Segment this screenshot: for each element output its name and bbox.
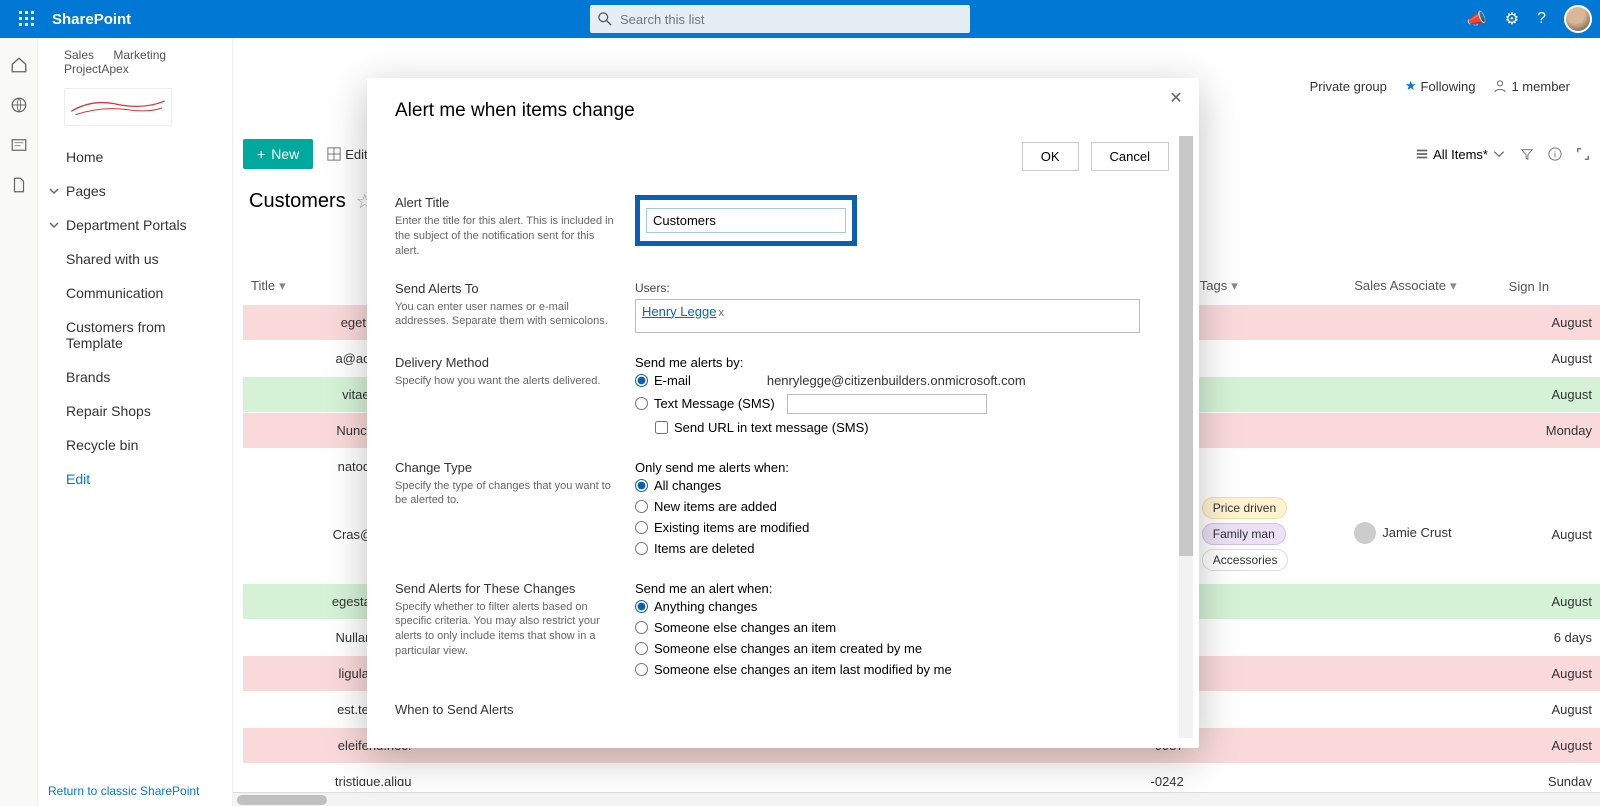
- users-input[interactable]: Henry Leggex: [635, 299, 1140, 333]
- section-when: When to Send Alerts: [395, 702, 615, 717]
- delivery-label: Send me alerts by:: [635, 355, 1169, 370]
- news-icon[interactable]: [10, 136, 28, 154]
- radio-else-item[interactable]: [635, 621, 648, 634]
- hub-link-projectapex[interactable]: ProjectApex: [64, 62, 129, 76]
- close-button[interactable]: ✕: [1165, 88, 1187, 110]
- suite-title[interactable]: SharePoint: [52, 11, 131, 28]
- col-tags[interactable]: Tags▾: [1192, 268, 1346, 305]
- grid-icon: [327, 147, 341, 161]
- globe-icon[interactable]: [10, 96, 28, 114]
- modal-title: Alert me when items change: [367, 78, 1199, 136]
- search-icon: [598, 12, 612, 26]
- section-delivery: Delivery Method: [395, 355, 615, 370]
- app-launcher-icon[interactable]: [8, 0, 46, 38]
- follow-toggle[interactable]: ★Following: [1405, 78, 1476, 94]
- list-title-text: Customers: [249, 190, 346, 213]
- ok-button[interactable]: OK: [1022, 142, 1079, 171]
- nav-home[interactable]: Home: [38, 140, 232, 174]
- nav-edit[interactable]: Edit: [38, 462, 232, 496]
- nav-customers-template[interactable]: Customers from Template: [38, 310, 232, 360]
- sms-input[interactable]: [787, 394, 987, 414]
- checkbox-send-url[interactable]: [655, 421, 668, 434]
- privacy-label: Private group: [1310, 79, 1387, 94]
- nav-department-portals[interactable]: Department Portals: [38, 208, 232, 242]
- radio-sms[interactable]: [635, 397, 648, 410]
- app-rail: [0, 38, 38, 806]
- info-icon[interactable]: i: [1548, 147, 1562, 161]
- help-icon[interactable]: ?: [1537, 10, 1546, 28]
- users-label: Users:: [635, 281, 1169, 295]
- nav-communication[interactable]: Communication: [38, 276, 232, 310]
- section-alert-title: Alert Title: [395, 195, 615, 210]
- nav-pages[interactable]: Pages: [38, 174, 232, 208]
- suite-bar: SharePoint 📣 ⚙ ?: [0, 0, 1600, 38]
- nav-shared[interactable]: Shared with us: [38, 242, 232, 276]
- site-logo[interactable]: [64, 88, 172, 126]
- left-navigation: Sales Marketing ProjectApex Home Pages D…: [38, 38, 233, 806]
- horizontal-scrollbar[interactable]: [233, 792, 1600, 806]
- view-selector[interactable]: All Items*: [1415, 147, 1506, 162]
- file-icon[interactable]: [10, 176, 28, 194]
- home-icon[interactable]: [10, 56, 28, 74]
- nav-repair[interactable]: Repair Shops: [38, 394, 232, 428]
- star-icon: ★: [1405, 78, 1417, 94]
- search-box[interactable]: [590, 5, 970, 33]
- hub-link-marketing[interactable]: Marketing: [113, 48, 166, 62]
- user-avatar[interactable]: [1564, 5, 1592, 33]
- change-type-label: Only send me alerts when:: [635, 460, 1169, 475]
- alert-modal: ✕ Alert me when items change OK Cancel A…: [367, 78, 1199, 748]
- chevron-down-icon: [48, 219, 60, 231]
- radio-deleted[interactable]: [635, 542, 648, 555]
- alert-title-highlight: [635, 195, 857, 246]
- email-value: henrylegge@citizenbuilders.onmicrosoft.c…: [767, 373, 1026, 388]
- radio-else-created[interactable]: [635, 642, 648, 655]
- radio-email[interactable]: [635, 374, 648, 387]
- table-row[interactable]: tristique.aliqu-0242Sunday: [243, 764, 1600, 787]
- remove-user-icon[interactable]: x: [718, 307, 724, 319]
- svg-text:i: i: [1554, 150, 1556, 160]
- people-icon: [1493, 79, 1507, 93]
- plus-icon: +: [257, 146, 265, 162]
- radio-modified[interactable]: [635, 521, 648, 534]
- nav-recycle[interactable]: Recycle bin: [38, 428, 232, 462]
- nav-brands[interactable]: Brands: [38, 360, 232, 394]
- settings-icon[interactable]: ⚙: [1505, 9, 1519, 29]
- hub-links: Sales Marketing ProjectApex: [38, 44, 232, 80]
- alert-title-input[interactable]: [646, 208, 846, 233]
- megaphone-icon[interactable]: 📣: [1467, 9, 1487, 29]
- new-button[interactable]: +New: [243, 139, 313, 169]
- radio-all-changes[interactable]: [635, 479, 648, 492]
- section-change-type: Change Type: [395, 460, 615, 475]
- filter-icon[interactable]: [1520, 147, 1534, 161]
- col-signin[interactable]: Sign In: [1501, 268, 1600, 305]
- col-assoc[interactable]: Sales Associate▾: [1346, 268, 1500, 305]
- radio-new-items[interactable]: [635, 500, 648, 513]
- cancel-button[interactable]: Cancel: [1091, 142, 1169, 171]
- user-chip[interactable]: Henry Legge: [642, 304, 716, 319]
- section-send-to: Send Alerts To: [395, 281, 615, 296]
- modal-scrollbar[interactable]: [1179, 136, 1193, 738]
- return-classic-link[interactable]: Return to classic SharePoint: [48, 784, 199, 798]
- chevron-down-icon: [1492, 147, 1506, 161]
- radio-anything[interactable]: [635, 600, 648, 613]
- section-filter: Send Alerts for These Changes: [395, 581, 615, 596]
- hub-link-sales[interactable]: Sales: [64, 48, 94, 62]
- radio-else-modified[interactable]: [635, 663, 648, 676]
- chevron-down-icon: [48, 185, 60, 197]
- filter-label: Send me an alert when:: [635, 581, 1169, 596]
- members-link[interactable]: 1 member: [1493, 79, 1570, 94]
- list-icon: [1415, 147, 1429, 161]
- search-input[interactable]: [620, 12, 962, 27]
- expand-icon[interactable]: [1576, 147, 1590, 161]
